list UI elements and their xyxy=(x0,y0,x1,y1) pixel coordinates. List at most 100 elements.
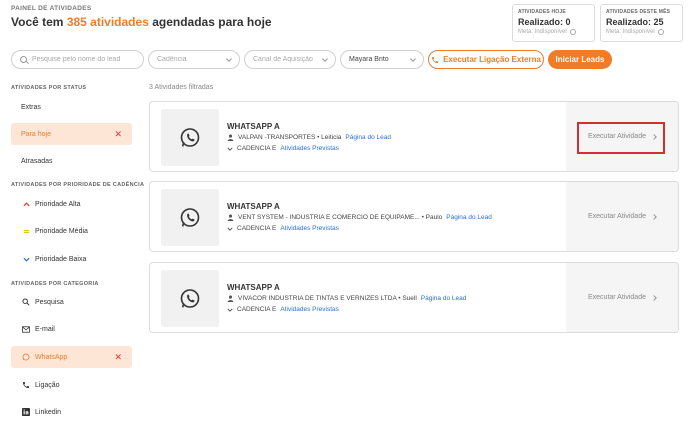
activity-title: WHATSAPP A xyxy=(227,283,280,292)
sidebar-item-label: Extras xyxy=(21,103,41,111)
stat-meta-text: Meta: Indisponível xyxy=(518,29,567,35)
stat-value: Realizado: 25 xyxy=(606,17,664,27)
channel-select-value: Canal de Aquisição xyxy=(253,56,313,63)
priority-heading: ATIVIDADES POR PRIORIDADE DE CADÊNCIA xyxy=(11,182,145,188)
page-title-suffix: agendadas para hoje xyxy=(148,15,272,29)
remove-filter-icon[interactable]: ✕ xyxy=(114,129,122,140)
whatsapp-icon xyxy=(161,270,219,327)
activity-title: WHATSAPP A xyxy=(227,122,280,131)
chevron-down-icon[interactable] xyxy=(227,308,233,312)
activity-title: WHATSAPP A xyxy=(227,202,280,211)
remove-filter-icon[interactable]: ✕ xyxy=(114,352,122,363)
activity-card[interactable]: WHATSAPP A VENT SYSTEM - INDUSTRIA E COM… xyxy=(149,181,679,252)
search-icon xyxy=(20,56,27,63)
channel-select[interactable]: Canal de Aquisição xyxy=(244,50,336,69)
sidebar-item-label: Atrasadas xyxy=(21,157,53,165)
chevron-down-icon[interactable] xyxy=(227,147,233,151)
search-icon xyxy=(21,298,31,306)
execute-activity-label: Executar Atividade xyxy=(588,294,646,301)
activity-card[interactable]: WHATSAPP A VIVACOR INDUSTRIA DE TINTAS E… xyxy=(149,262,679,333)
priority-high-icon xyxy=(21,201,31,207)
sidebar-item-label: Ligação xyxy=(35,381,60,389)
person-icon xyxy=(227,134,234,141)
lead-info: VALPAN -TRANSPORTES • Leiticia Página do… xyxy=(227,134,391,141)
sidebar-item-linkedin[interactable]: Linkedin xyxy=(11,401,132,423)
sidebar-item-call[interactable]: Ligação xyxy=(11,374,132,396)
filtered-count: 3 Atividades filtradas xyxy=(149,84,214,91)
cadence-info: CADENCIA E Atividades Previstas xyxy=(227,225,339,232)
planned-activities-link[interactable]: Atividades Previstas xyxy=(280,225,339,232)
external-call-button[interactable]: Executar Ligação Externa xyxy=(428,50,544,69)
external-call-label: Executar Ligação Externa xyxy=(443,55,541,64)
planned-activities-link[interactable]: Atividades Previstas xyxy=(280,145,339,152)
stat-today: ATIVIDADES HOJE Realizado: 0 Meta: Indis… xyxy=(512,4,595,42)
sidebar-item-priority-medium[interactable]: Prioridade Média xyxy=(11,220,132,242)
start-leads-button[interactable]: Iniciar Leads xyxy=(548,50,612,69)
page-title-prefix: Você tem xyxy=(11,15,67,29)
chevron-right-icon xyxy=(651,294,657,301)
cadence-name: CADENCIA E xyxy=(237,306,277,313)
chevron-down-icon xyxy=(322,55,328,62)
category-heading: ATIVIDADES POR CATEGORIA xyxy=(11,281,99,287)
stat-month: ATIVIDADES DESTE MÊS Realizado: 25 Meta:… xyxy=(600,4,683,42)
mail-icon xyxy=(21,325,31,333)
search-input[interactable]: Pesquise pelo nome do lead xyxy=(11,50,144,69)
cadence-info: CADENCIA E Atividades Previstas xyxy=(227,145,339,152)
status-heading: ATIVIDADES POR STATUS xyxy=(11,85,87,91)
stat-label: ATIVIDADES HOJE xyxy=(518,9,566,15)
activity-count: 385 atividades xyxy=(66,15,149,29)
lead-page-link[interactable]: Página do Lead xyxy=(345,134,391,141)
sidebar-item-extras[interactable]: Extras xyxy=(11,96,132,118)
highlight-annotation xyxy=(577,122,665,154)
sidebar-item-priority-high[interactable]: Prioridade Alta xyxy=(11,193,132,215)
linkedin-icon xyxy=(21,408,31,416)
cadence-name: CADENCIA E xyxy=(237,145,277,152)
sidebar-item-label: Prioridade Média xyxy=(35,227,88,235)
cadence-info: CADENCIA E Atividades Previstas xyxy=(227,306,339,313)
sidebar-item-research[interactable]: Pesquisa xyxy=(11,291,132,313)
lead-info: VENT SYSTEM - INDUSTRIA E COMERCIO DE EQ… xyxy=(227,214,492,221)
info-icon[interactable] xyxy=(569,29,576,35)
info-icon[interactable] xyxy=(657,29,664,35)
planned-activities-link[interactable]: Atividades Previstas xyxy=(280,306,339,313)
lead-page-link[interactable]: Página do Lead xyxy=(421,295,467,302)
cadence-select[interactable]: Cadência xyxy=(148,50,240,69)
whatsapp-icon xyxy=(161,189,219,246)
chevron-down-icon xyxy=(410,55,416,62)
stat-value: Realizado: 0 xyxy=(518,17,571,27)
sidebar-item-label: Pesquisa xyxy=(35,298,64,306)
execute-activity-label: Executar Atividade xyxy=(588,213,646,220)
chevron-down-icon[interactable] xyxy=(227,227,233,231)
stat-meta-text: Meta: Indisponível xyxy=(606,29,655,35)
sidebar-item-priority-low[interactable]: Prioridade Baixa xyxy=(11,248,132,270)
sidebar-item-overdue[interactable]: Atrasadas xyxy=(11,150,132,172)
person-icon xyxy=(227,214,234,221)
lead-company: VENT SYSTEM - INDUSTRIA E COMERCIO DE EQ… xyxy=(238,214,443,221)
stat-label: ATIVIDADES DESTE MÊS xyxy=(606,9,671,15)
sidebar-item-today[interactable]: Para hoje ✕ xyxy=(11,123,132,145)
lead-company: VALPAN -TRANSPORTES • Leiticia xyxy=(238,134,342,141)
chevron-down-icon xyxy=(226,55,232,62)
stat-meta: Meta: Indisponível xyxy=(606,29,677,35)
phone-icon xyxy=(432,56,439,63)
sidebar-item-label: Prioridade Baixa xyxy=(35,255,87,263)
phone-icon xyxy=(21,381,31,389)
execute-activity-button[interactable]: Executar Atividade xyxy=(566,263,678,332)
lead-company: VIVACOR INDUSTRIA DE TINTAS E VERNIZES L… xyxy=(238,295,417,302)
cadence-select-value: Cadência xyxy=(157,56,187,63)
user-select[interactable]: Mayara Brito xyxy=(340,50,424,69)
cadence-name: CADENCIA E xyxy=(237,225,277,232)
execute-activity-button[interactable]: Executar Atividade xyxy=(566,182,678,251)
sidebar-item-email[interactable]: E-mail xyxy=(11,318,132,340)
person-icon xyxy=(227,295,234,302)
user-select-value: Mayara Brito xyxy=(349,56,389,63)
priority-low-icon xyxy=(21,257,31,262)
sidebar-item-label: Para hoje xyxy=(21,130,51,138)
lead-page-link[interactable]: Página do Lead xyxy=(446,214,492,221)
priority-medium-icon xyxy=(21,229,31,234)
sidebar-item-whatsapp[interactable]: WhatsApp ✕ xyxy=(11,346,132,368)
whatsapp-icon xyxy=(161,109,219,166)
page-title: Você tem 385 atividades agendadas para h… xyxy=(11,15,272,29)
lead-info: VIVACOR INDUSTRIA DE TINTAS E VERNIZES L… xyxy=(227,295,466,302)
search-placeholder: Pesquise pelo nome do lead xyxy=(32,56,121,63)
